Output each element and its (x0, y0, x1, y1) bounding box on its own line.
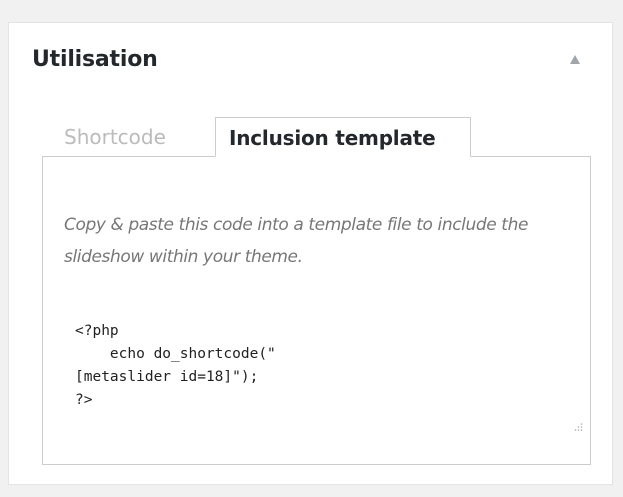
resize-grip-icon[interactable] (573, 422, 583, 432)
tab-inclusion-template[interactable]: Inclusion template (215, 117, 471, 157)
inclusion-template-panel: Copy & paste this code into a template f… (42, 156, 591, 465)
inclusion-code-textarea[interactable]: <?php echo do_shortcode(" [metaslider id… (75, 320, 573, 450)
inclusion-description: Copy & paste this code into a template f… (64, 215, 528, 267)
triangle-up-icon[interactable] (568, 52, 582, 66)
tab-shortcode[interactable]: Shortcode (64, 117, 166, 157)
panel-title: Utilisation (32, 47, 158, 72)
